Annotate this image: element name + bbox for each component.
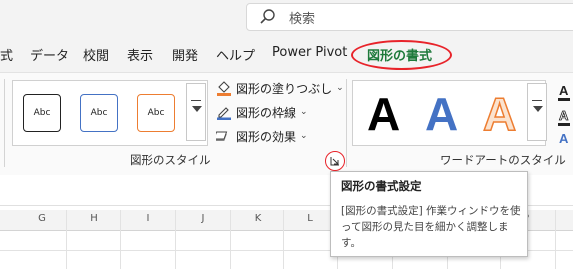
tab-review[interactable]: 校閲 — [83, 45, 109, 64]
highlight-oval — [351, 40, 452, 70]
dialog-launcher-icon — [330, 157, 339, 166]
tooltip-body: [図形の書式設定] 作業ウィンドウを使って図形の見た目を細かく調整します。 — [341, 205, 521, 249]
title-bar: 検索 — [0, 0, 573, 36]
tab-help[interactable]: ヘルプ — [216, 45, 255, 64]
tab-power-pivot[interactable]: Power Pivot — [272, 45, 347, 60]
shape-style-thumbnail[interactable]: Abc — [80, 94, 118, 132]
shape-outline-button[interactable]: 図形の枠線 ⌄ — [216, 102, 308, 122]
shape-fill-button[interactable]: 図形の塗りつぶし ⌄ — [216, 78, 344, 98]
chevron-down-icon — [192, 106, 202, 112]
chevron-down-icon: ⌄ — [336, 83, 344, 93]
chevron-down-icon: ⌄ — [300, 107, 308, 117]
chevron-down-icon: ⌄ — [300, 131, 308, 141]
shape-effects-button[interactable]: 図形の効果 ⌄ — [216, 126, 308, 146]
column-header-i[interactable]: I — [123, 213, 173, 224]
shape-effects-icon — [216, 131, 228, 141]
wordart-style-thumbnail[interactable]: A — [482, 87, 517, 141]
format-shape-tooltip: 図形の書式設定 [図形の書式設定] 作業ウィンドウを使って図形の見た目を細かく調… — [330, 171, 528, 257]
text-fill-outline-effects-icons[interactable]: A A A — [556, 80, 572, 146]
grid-line — [175, 210, 176, 269]
ribbon-body: Abc Abc Abc 図形の塗りつぶし ⌄ 図形の枠線 ⌄ 図形の効果 ⌄ 図… — [0, 72, 573, 176]
shape-fill-label: 図形の塗りつぶし — [236, 81, 333, 96]
svg-text:A: A — [559, 131, 569, 146]
grid-line — [120, 210, 121, 269]
column-header-g[interactable]: G — [17, 213, 67, 224]
paint-bucket-icon — [217, 81, 231, 96]
search-box[interactable]: 検索 — [246, 3, 573, 31]
wordart-styles-group-label: ワードアートのスタイル — [440, 153, 566, 167]
svg-text:A: A — [559, 108, 569, 123]
grid-line — [230, 210, 231, 269]
more-bar-icon — [191, 100, 201, 101]
shape-styles-group-label: 図形のスタイル — [130, 153, 211, 167]
column-header-j[interactable]: J — [178, 213, 228, 224]
group-divider — [4, 79, 5, 167]
tab-formulas[interactable]: 式 — [0, 45, 13, 64]
search-placeholder: 検索 — [289, 12, 316, 27]
format-shape-launcher-button[interactable] — [325, 151, 345, 171]
column-header-l[interactable]: L — [285, 213, 335, 224]
grid-line — [66, 210, 67, 269]
wordart-style-thumbnail[interactable]: A — [367, 87, 400, 141]
shape-style-gallery[interactable]: Abc Abc Abc — [12, 80, 208, 146]
shape-style-thumbnail[interactable]: Abc — [23, 94, 61, 132]
grid-line — [555, 210, 556, 269]
column-header-k[interactable]: K — [233, 213, 283, 224]
tooltip-title: 図形の書式設定 — [341, 179, 422, 193]
search-icon — [260, 9, 275, 24]
tab-data[interactable]: データ — [30, 45, 69, 64]
grid-line — [283, 210, 284, 269]
pencil-outline-icon — [217, 107, 231, 120]
tab-view[interactable]: 表示 — [127, 45, 153, 64]
svg-text:A: A — [559, 83, 569, 98]
wordart-style-more-button[interactable] — [527, 83, 547, 141]
column-header-h[interactable]: H — [69, 213, 119, 224]
group-divider — [346, 79, 347, 167]
wordart-style-gallery[interactable]: A A A — [352, 80, 546, 146]
tab-developer[interactable]: 開発 — [172, 45, 198, 64]
wordart-style-thumbnail[interactable]: A — [425, 87, 458, 141]
shape-effects-label: 図形の効果 — [236, 129, 297, 144]
ribbon-tabs: 式 データ 校閲 表示 開発 ヘルプ Power Pivot 図形の書式 — [0, 36, 573, 72]
shape-style-more-button[interactable] — [186, 83, 206, 141]
shape-style-thumbnail[interactable]: Abc — [137, 94, 175, 132]
more-bar-icon — [532, 100, 542, 101]
chevron-down-icon — [533, 106, 543, 112]
shape-outline-label: 図形の枠線 — [236, 105, 297, 120]
